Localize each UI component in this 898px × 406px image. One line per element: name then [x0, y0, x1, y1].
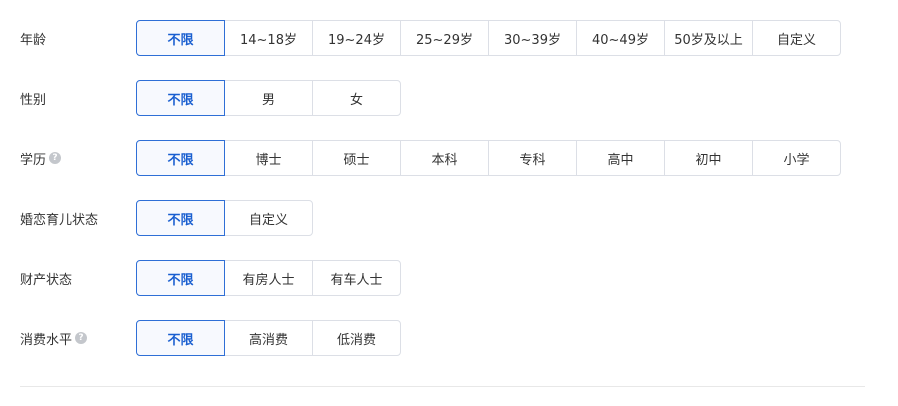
option-button[interactable]: 50岁及以上: [664, 20, 753, 56]
row-label: 消费水平?: [20, 320, 88, 356]
option-button[interactable]: 不限: [136, 80, 225, 116]
option-button[interactable]: 不限: [136, 140, 225, 176]
option-button[interactable]: 14~18岁: [224, 20, 313, 56]
option-button[interactable]: 低消费: [312, 320, 401, 356]
row-label: 学历?: [20, 140, 62, 176]
option-button[interactable]: 博士: [224, 140, 313, 176]
row-label-text: 年龄: [20, 32, 47, 48]
option-button[interactable]: 不限: [136, 200, 225, 236]
row-label-text: 学历: [20, 152, 47, 168]
row-label: 财产状态: [20, 260, 72, 296]
question-circle-icon[interactable]: ?: [75, 332, 88, 344]
filter-row-gender: 性别 不限男女: [0, 80, 898, 116]
option-button[interactable]: 小学: [752, 140, 841, 176]
option-button[interactable]: 有房人士: [224, 260, 313, 296]
filter-row-consumption-level: 消费水平? 不限 高消费 低消费: [0, 320, 898, 356]
option-group: 不限男女: [136, 80, 401, 116]
option-button[interactable]: 本科: [400, 140, 489, 176]
question-circle-icon[interactable]: ?: [49, 152, 62, 164]
option-button[interactable]: 自定义: [224, 200, 313, 236]
option-group: 不限 14~18岁 19~24岁 25~29岁 30~39岁 40~49岁 50岁及以上 自定…: [136, 20, 841, 56]
row-label: 性别: [20, 80, 46, 116]
option-group: 不限 有房人士 有车人士: [136, 260, 401, 296]
option-button[interactable]: 自定义: [752, 20, 841, 56]
option-button[interactable]: 专科: [488, 140, 577, 176]
targeting-form: 年龄 不限 14~18岁 19~24岁 25~29岁 30~39岁 40~49岁 50岁及以上…: [0, 0, 898, 406]
option-button[interactable]: 不限: [136, 260, 225, 296]
row-label-text: 财产状态: [20, 272, 73, 288]
row-label-text: 消费水平: [20, 332, 73, 348]
option-group: 不限 博士 硕士 本科 专科 高中 初中 小学: [136, 140, 841, 176]
option-button[interactable]: 高中: [576, 140, 665, 176]
option-button[interactable]: 30~39岁: [488, 20, 577, 56]
filter-row-marital-parenting: 婚恋育儿状态 不限 自定义: [0, 200, 898, 236]
row-label-text: 婚恋育儿状态: [20, 212, 99, 228]
row-label: 婚恋育儿状态: [20, 200, 98, 236]
option-button[interactable]: 25~29岁: [400, 20, 489, 56]
section-divider: [20, 386, 865, 387]
option-button[interactable]: 40~49岁: [576, 20, 665, 56]
option-button[interactable]: 女: [312, 80, 401, 116]
filter-row-education: 学历? 不限 博士 硕士 本科 专科 高中 初中 小学: [0, 140, 898, 176]
option-button[interactable]: 高消费: [224, 320, 313, 356]
option-group: 不限 自定义: [136, 200, 313, 236]
row-label-text: 性别: [20, 92, 47, 108]
option-button[interactable]: 不限: [136, 20, 225, 56]
option-button[interactable]: 初中: [664, 140, 753, 176]
option-button[interactable]: 男: [224, 80, 313, 116]
option-group: 不限 高消费 低消费: [136, 320, 401, 356]
option-button[interactable]: 19~24岁: [312, 20, 401, 56]
option-button[interactable]: 硕士: [312, 140, 401, 176]
filter-row-property: 财产状态 不限 有房人士 有车人士: [0, 260, 898, 296]
filter-row-age: 年龄 不限 14~18岁 19~24岁 25~29岁 30~39岁 40~49岁 50岁及以上…: [0, 20, 898, 56]
option-button[interactable]: 有车人士: [312, 260, 401, 296]
row-label: 年龄: [20, 20, 46, 56]
option-button[interactable]: 不限: [136, 320, 225, 356]
